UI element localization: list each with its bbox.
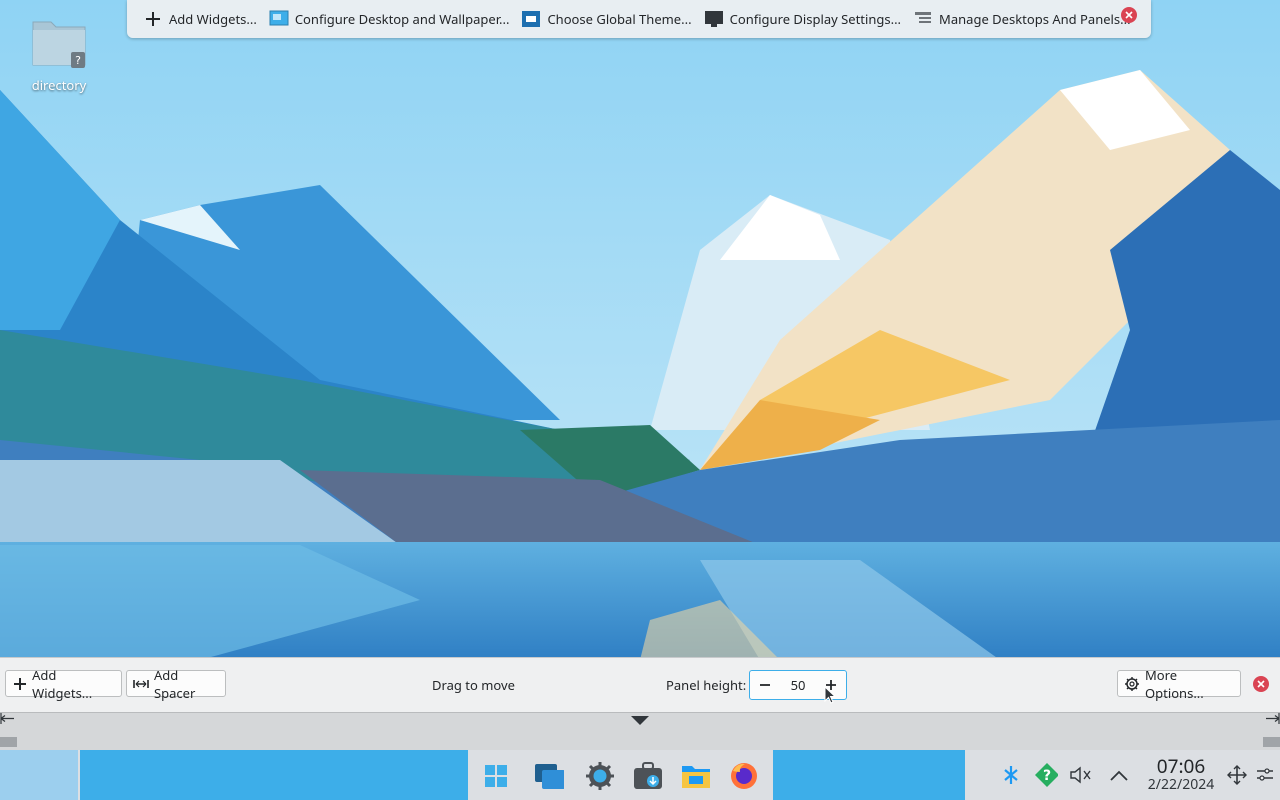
svg-text:?: ? [1043, 768, 1051, 784]
close-edit-mode-button[interactable] [1121, 7, 1137, 23]
panels-icon [913, 9, 933, 29]
max-length-left-handle[interactable] [0, 737, 17, 747]
spacer-icon [133, 676, 149, 692]
updates-icon[interactable]: ? [1034, 763, 1058, 787]
clock-date: 2/22/2024 [1147, 775, 1215, 794]
decrease-height-button[interactable] [750, 671, 780, 699]
dolphin-icon[interactable] [681, 762, 711, 790]
add-widgets-button[interactable]: Add Widgets... [137, 4, 263, 34]
clock-time: 07:06 [1156, 753, 1206, 779]
system-settings-icon[interactable] [585, 762, 615, 790]
add-spacer-button[interactable]: Add Spacer [126, 666, 226, 702]
tray-expand-icon[interactable] [1107, 764, 1131, 786]
desktop-edit-toolbar: Add Widgets... Configure Desktop and Wal… [127, 0, 1151, 38]
start-menu-icon[interactable] [481, 762, 511, 790]
folder-unknown-icon: ? [32, 21, 86, 68]
overview-icon[interactable] [534, 762, 564, 790]
configure-display-button[interactable]: Configure Display Settings... [698, 4, 907, 34]
display-icon [704, 9, 724, 29]
close-panel-config-button[interactable] [1253, 676, 1269, 692]
firefox-icon[interactable] [729, 762, 759, 790]
panel-height-value[interactable]: 50 [780, 676, 816, 694]
configure-desktop-button[interactable]: Configure Desktop and Wallpaper... [263, 4, 516, 34]
min-length-left-handle[interactable] [0, 713, 16, 725]
minus-icon [760, 684, 770, 686]
plus-icon [143, 9, 163, 29]
max-length-right-handle[interactable] [1263, 737, 1280, 747]
spacer-segment[interactable] [0, 750, 78, 800]
digital-clock[interactable]: 07:06 2/22/2024 [1138, 757, 1224, 792]
desktop-icon-directory[interactable]: ? directory [22, 12, 96, 94]
gear-icon [1124, 676, 1140, 692]
mouse-cursor-icon [824, 686, 836, 704]
offset-handle[interactable] [629, 714, 651, 726]
panel-height-label: Panel height: [666, 676, 747, 694]
desktop-icon-label: directory [31, 76, 87, 94]
choose-global-theme-button[interactable]: Choose Global Theme... [515, 4, 697, 34]
move-panel-icon[interactable] [1225, 764, 1249, 786]
flexible-spacer-right[interactable] [773, 750, 965, 800]
panel-settings-icon[interactable] [1253, 764, 1277, 786]
svg-text:?: ? [75, 54, 81, 67]
min-length-right-handle[interactable] [1264, 713, 1280, 725]
more-options-button[interactable]: More Options... [1117, 666, 1241, 702]
manage-desktops-panels-button[interactable]: Manage Desktops And Panels... [907, 4, 1137, 34]
kde-connect-icon[interactable] [999, 764, 1023, 786]
close-icon [1257, 680, 1265, 688]
wallpaper-icon [269, 9, 289, 29]
theme-icon [521, 9, 541, 29]
close-icon [1125, 11, 1133, 19]
volume-muted-icon[interactable] [1069, 764, 1093, 786]
flexible-spacer[interactable] [80, 750, 468, 800]
panel-add-widgets-button[interactable]: Add Widgets... [5, 666, 122, 702]
discover-icon[interactable] [633, 762, 663, 790]
drag-to-move-handle[interactable]: Drag to move [432, 676, 515, 694]
plus-icon [12, 676, 27, 692]
